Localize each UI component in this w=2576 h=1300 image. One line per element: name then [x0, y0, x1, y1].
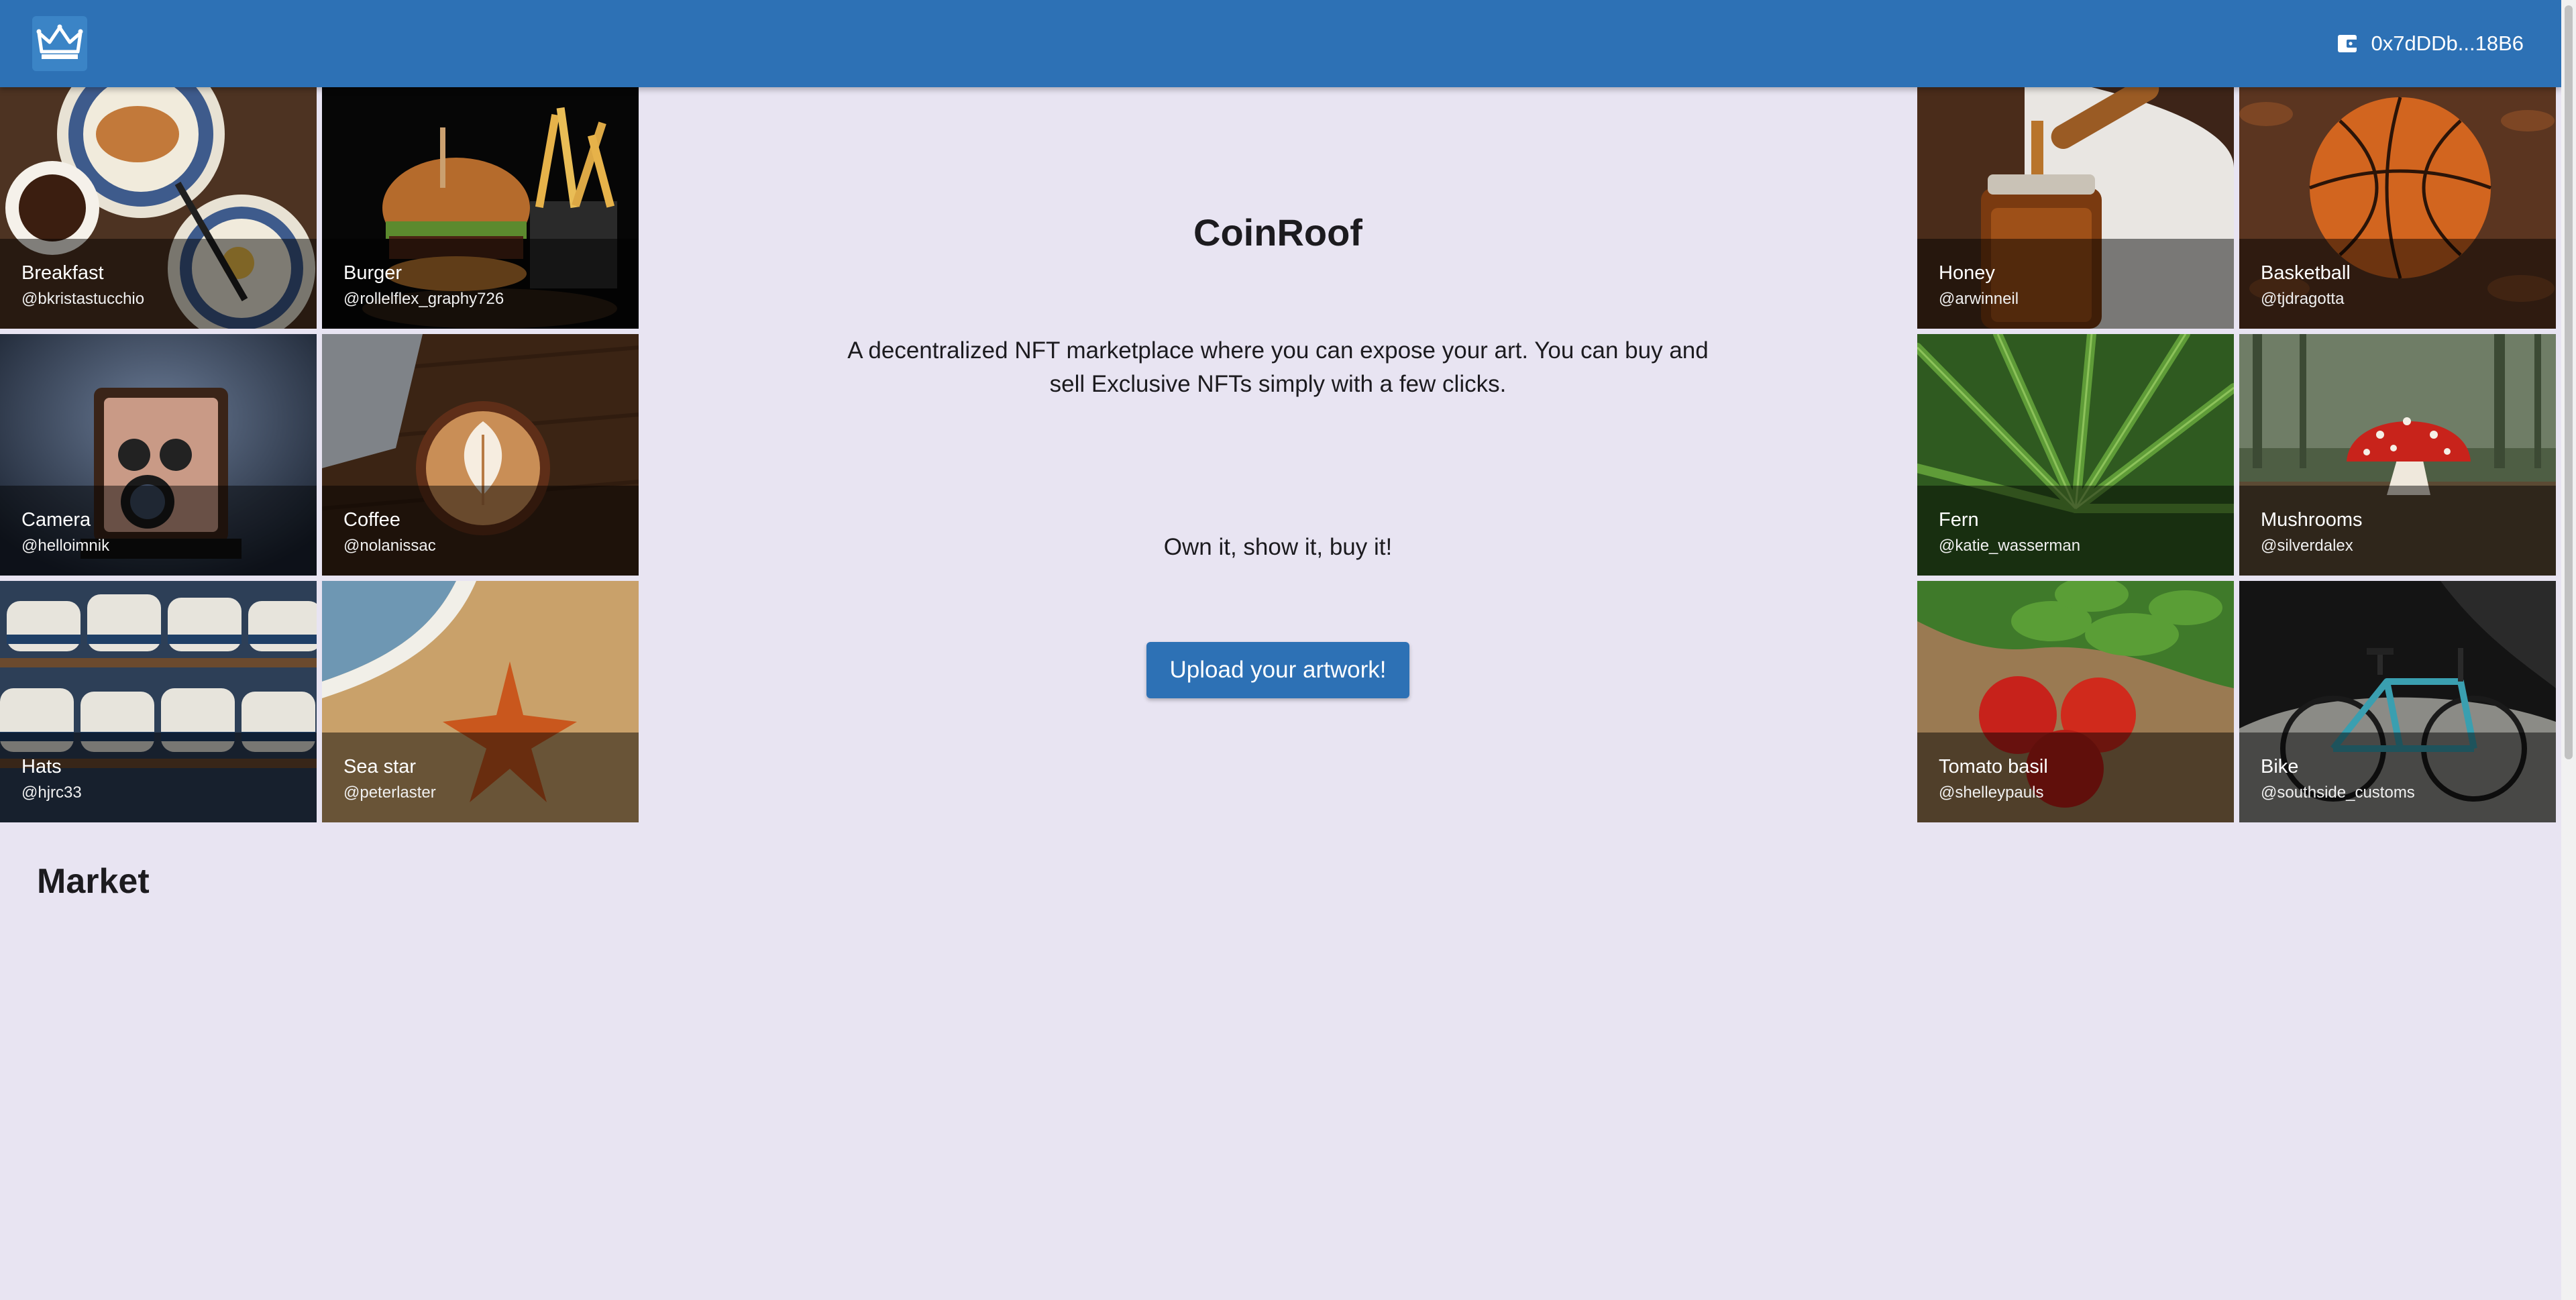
upload-artwork-button[interactable]: Upload your artwork! — [1146, 642, 1409, 698]
tile-author: @peterlaster — [343, 783, 436, 802]
image-tile-honey[interactable]: Honey @arwinneil — [1917, 87, 2234, 329]
tile-author: @silverdalex — [2261, 537, 2353, 555]
market-heading: Market — [37, 862, 150, 901]
image-tile-fern[interactable]: Fern @katie_wasserman — [1917, 334, 2234, 576]
page-scrollbar[interactable] — [2561, 0, 2576, 1300]
tile-author: @arwinneil — [1939, 290, 2019, 308]
wallet-account[interactable]: 0x7dDDb...18B6 — [2337, 27, 2524, 60]
tile-author: @tjdragotta — [2261, 290, 2345, 308]
tile-author: @nolanissac — [343, 537, 436, 555]
crown-logo-icon[interactable] — [32, 16, 87, 71]
tile-title: Hats — [21, 756, 62, 777]
image-tile-sea-star[interactable]: Sea star @peterlaster — [322, 581, 639, 822]
image-tile-camera[interactable]: Camera @helloimnik — [0, 334, 317, 576]
tile-author: @bkristastucchio — [21, 290, 145, 308]
wallet-icon — [2337, 35, 2358, 52]
wallet-address: 0x7dDDb...18B6 — [2371, 32, 2524, 55]
image-tile-coffee[interactable]: Coffee @nolanissac — [322, 334, 639, 576]
image-tile-breakfast[interactable]: Breakfast @bkristastucchio — [0, 87, 317, 329]
image-tile-mushrooms[interactable]: Mushrooms @silverdalex — [2239, 334, 2556, 576]
image-tile-basketball[interactable]: Basketball @tjdragotta — [2239, 87, 2556, 329]
tile-author: @hjrc33 — [21, 783, 82, 802]
top-app-bar: 0x7dDDb...18B6 — [0, 0, 2561, 87]
image-tile-burger[interactable]: Burger @rollelflex_graphy726 — [322, 87, 639, 329]
tile-title: Bike — [2261, 756, 2299, 777]
tile-title: Mushrooms — [2261, 509, 2363, 531]
tile-title: Coffee — [343, 509, 400, 531]
scrollbar-thumb[interactable] — [2565, 5, 2573, 759]
gallery-right: Honey @arwinneil Basketball @tjdragotta — [1917, 87, 2556, 822]
image-tile-hats[interactable]: Hats @hjrc33 — [0, 581, 317, 822]
site-description: A decentralized NFT marketplace where yo… — [847, 337, 1709, 397]
tile-title: Sea star — [343, 756, 416, 777]
tile-title: Burger — [343, 262, 402, 284]
tile-author: @katie_wasserman — [1939, 537, 2081, 555]
tile-author: @helloimnik — [21, 537, 110, 555]
tile-title: Camera — [21, 509, 91, 531]
tile-author: @shelleypauls — [1939, 783, 2044, 802]
tile-title: Breakfast — [21, 262, 104, 284]
tile-author: @rollelflex_graphy726 — [343, 290, 504, 308]
tile-title: Basketball — [2261, 262, 2351, 284]
image-tile-bike[interactable]: Bike @southside_customs — [2239, 581, 2556, 822]
tile-title: Honey — [1939, 262, 1995, 284]
tile-author: @southside_customs — [2261, 783, 2415, 802]
gallery-left: Breakfast @bkristastucchio Burger @rolle… — [0, 87, 639, 822]
tile-title: Tomato basil — [1939, 756, 2048, 777]
tile-title: Fern — [1939, 509, 1979, 531]
site-tagline: Own it, show it, buy it! — [1163, 534, 1393, 560]
image-tile-tomato-basil[interactable]: Tomato basil @shelleypauls — [1917, 581, 2234, 822]
site-title: CoinRoof — [1193, 211, 1362, 254]
